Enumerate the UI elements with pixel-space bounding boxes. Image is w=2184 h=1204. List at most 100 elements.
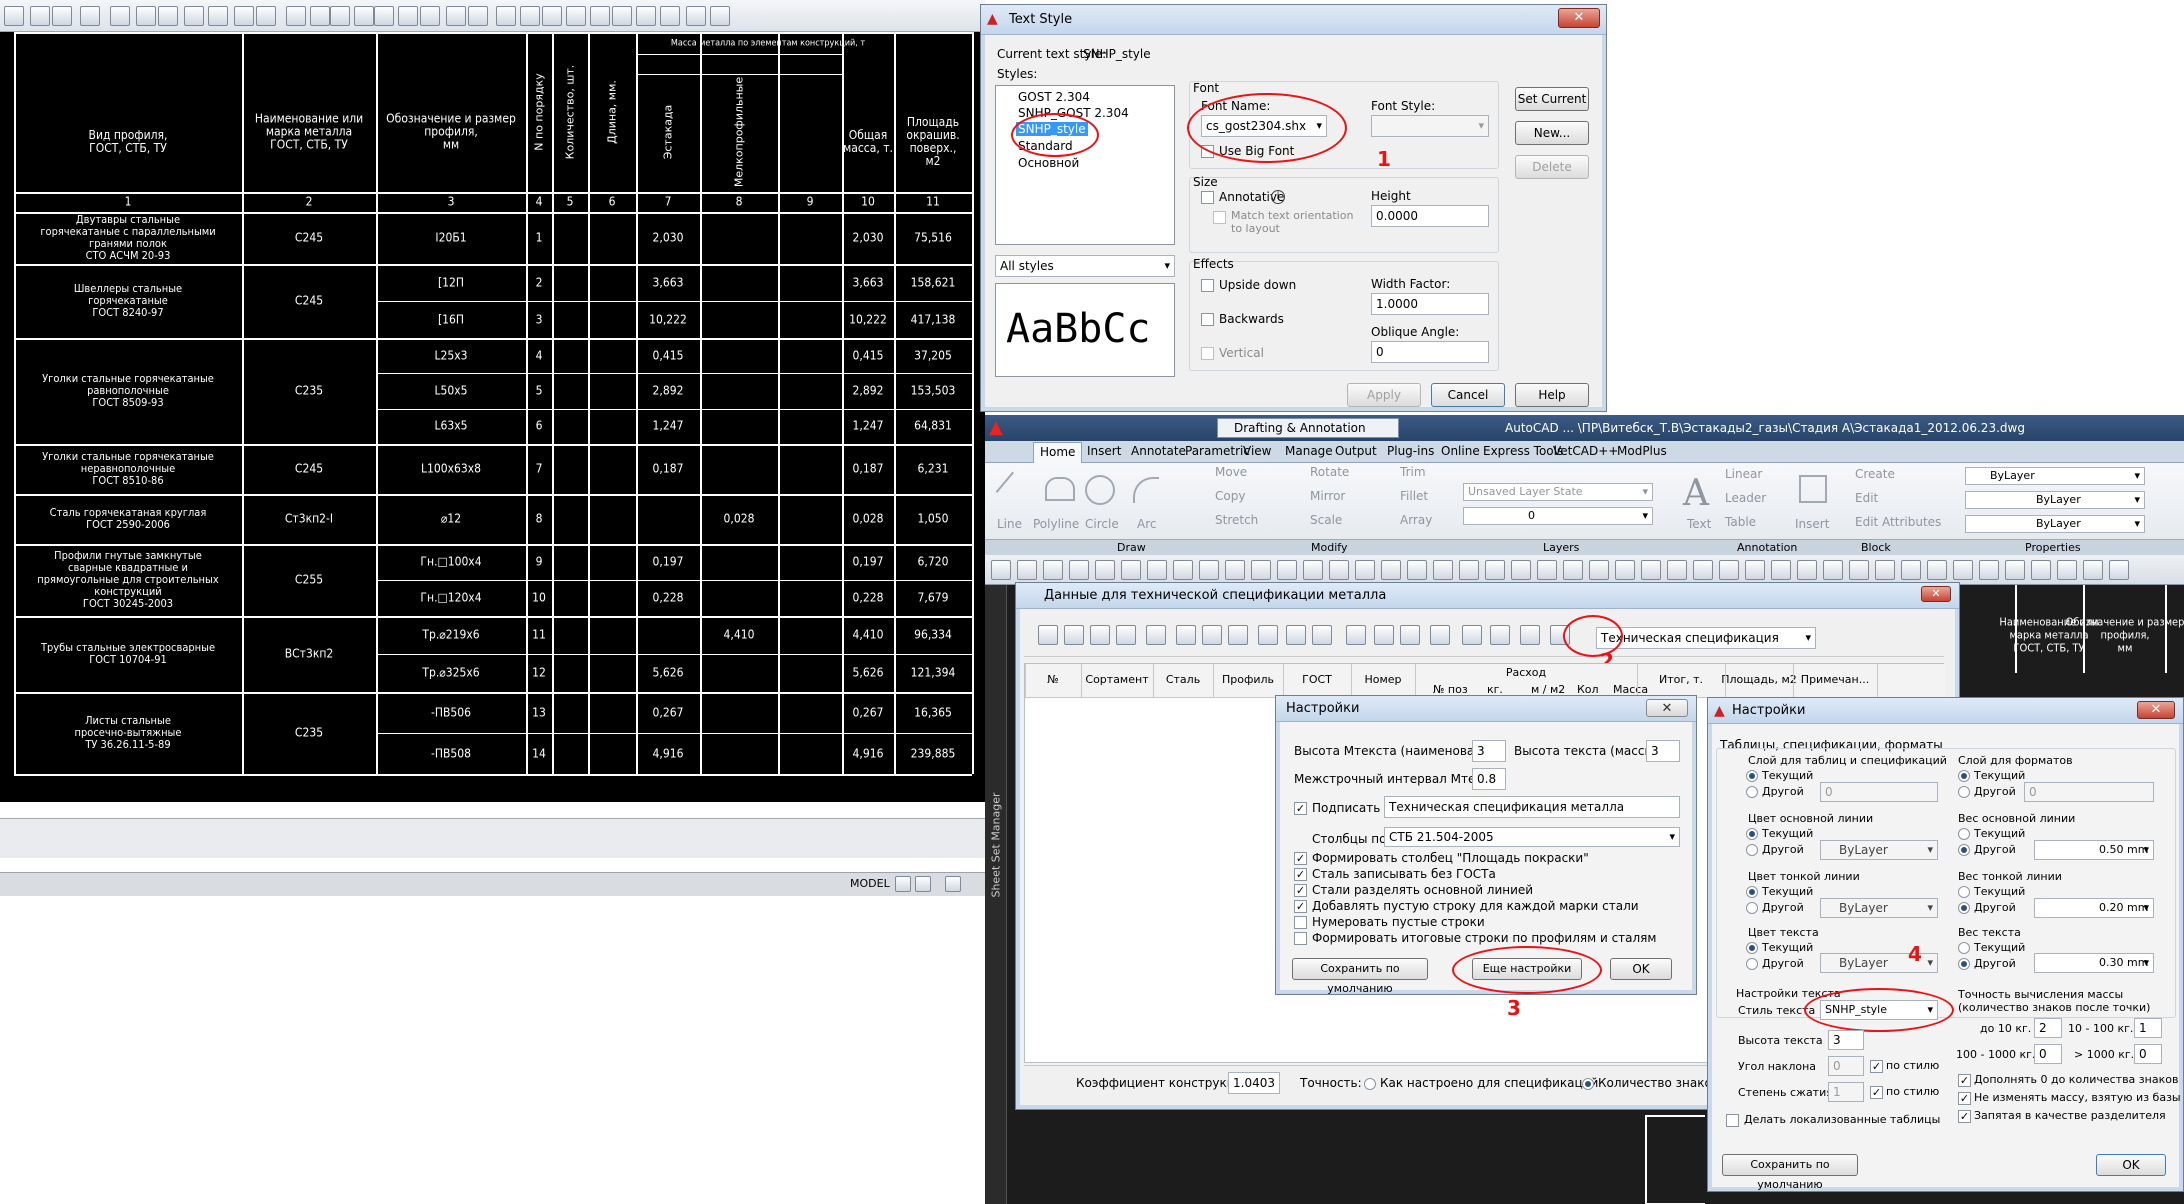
toolbar-tool-icon[interactable]: [1199, 560, 1219, 580]
layer-select[interactable]: 0: [1463, 507, 1653, 525]
spec-type-select[interactable]: Техническая спецификация: [1596, 627, 1816, 649]
layout-icon[interactable]: [895, 876, 911, 892]
toolbar-tool-icon[interactable]: [1979, 560, 1999, 580]
toolbar-tool-icon[interactable]: [1146, 625, 1166, 645]
toolbar-tool-icon[interactable]: [30, 6, 50, 26]
polyline-button[interactable]: Polyline: [1033, 517, 1079, 531]
sign-checkbox[interactable]: ✓: [1294, 802, 1307, 815]
toolbar-tool-icon[interactable]: [590, 6, 610, 26]
toolbar-tool-icon[interactable]: [234, 6, 254, 26]
toolbar-tool-icon[interactable]: [1176, 625, 1196, 645]
grid-column-header[interactable]: №: [1047, 673, 1058, 686]
lineweight-select[interactable]: ByLayer: [1965, 515, 2145, 533]
grid-column-header[interactable]: Примечан...: [1801, 673, 1869, 686]
scale-button[interactable]: Scale: [1310, 513, 1342, 527]
ok-button[interactable]: OK: [1610, 958, 1672, 980]
toolbar-tool-icon[interactable]: [1202, 625, 1222, 645]
toolbar-tool-icon[interactable]: [1875, 560, 1895, 580]
toolbar-tool-icon[interactable]: [1745, 560, 1765, 580]
grid-column-header[interactable]: Номер: [1364, 673, 1401, 686]
toolbar-tool-icon[interactable]: [1277, 560, 1297, 580]
tab-express-tools[interactable]: Express Tools: [1483, 444, 1563, 458]
save-default-button[interactable]: Сохранить по умолчанию: [1292, 958, 1428, 995]
tab-plug-ins[interactable]: Plug-ins: [1387, 444, 1434, 458]
other-radio[interactable]: [1958, 902, 1970, 914]
option-checkbox[interactable]: [1294, 916, 1307, 929]
option-checkbox[interactable]: ✓: [1294, 868, 1307, 881]
help-button[interactable]: Help: [1515, 383, 1589, 407]
current-radio[interactable]: [1746, 770, 1758, 782]
info-icon[interactable]: i: [1271, 190, 1285, 204]
current-radio[interactable]: [1746, 886, 1758, 898]
toolbar-tool-icon[interactable]: [1511, 560, 1531, 580]
panel-modify[interactable]: Modify: [1311, 541, 1347, 554]
toolbar-tool-icon[interactable]: [636, 6, 656, 26]
new-button[interactable]: New...: [1515, 121, 1589, 145]
toolbar-tool-icon[interactable]: [1563, 560, 1583, 580]
close-button[interactable]: ✕: [2137, 701, 2175, 719]
toolbar-tool-icon[interactable]: [52, 6, 72, 26]
toolbar-tool-icon[interactable]: [1038, 625, 1058, 645]
close-button[interactable]: ✕: [1921, 586, 1951, 602]
upside-down-checkbox[interactable]: [1201, 279, 1214, 292]
layout-icon[interactable]: [915, 876, 931, 892]
toolbar-tool-icon[interactable]: [420, 6, 440, 26]
panel-layers[interactable]: Layers: [1543, 541, 1579, 554]
save-default-button[interactable]: Сохранить по умолчанию: [1722, 1154, 1858, 1191]
toolbar-tool-icon[interactable]: [1381, 560, 1401, 580]
tab-annotate[interactable]: Annotate: [1131, 444, 1186, 458]
toolbar-tool-icon[interactable]: [1490, 625, 1510, 645]
layer-state-select[interactable]: Unsaved Layer State: [1463, 483, 1653, 501]
annotative-checkbox[interactable]: [1201, 191, 1214, 204]
horizontal-scrollbar[interactable]: [0, 818, 985, 858]
toolbar-tool-icon[interactable]: [612, 6, 632, 26]
model-label[interactable]: MODEL: [850, 877, 890, 890]
toolbar-tool-icon[interactable]: [1719, 560, 1739, 580]
toolbar-tool-icon[interactable]: [184, 6, 204, 26]
backwards-checkbox[interactable]: [1201, 313, 1214, 326]
sheet-set-manager-palette[interactable]: Sheet Set Manager: [985, 585, 1007, 1204]
styles-filter-select[interactable]: All styles: [995, 255, 1175, 277]
width-factor-input[interactable]: 1.0000: [1371, 293, 1489, 315]
leader-button[interactable]: Leader: [1725, 491, 1766, 505]
circle-icon[interactable]: [1085, 475, 1115, 505]
edit-button[interactable]: Edit: [1855, 491, 1878, 505]
rotate-button[interactable]: Rotate: [1310, 465, 1349, 479]
text-button[interactable]: Text: [1687, 517, 1711, 531]
toolbar-tool-icon[interactable]: [1667, 560, 1687, 580]
mirror-button[interactable]: Mirror: [1310, 489, 1345, 503]
close-button[interactable]: ✕: [1646, 699, 1688, 717]
toolbar-tool-icon[interactable]: [1901, 560, 1921, 580]
toolbar-tool-icon[interactable]: [520, 6, 540, 26]
toolbar-tool-icon[interactable]: [1771, 560, 1791, 580]
toolbar-tool-icon[interactable]: [1374, 625, 1394, 645]
drawing-area[interactable]: Вид профиля, ГОСТ, СТБ, ТУ Наименование и…: [0, 32, 985, 802]
current-radio[interactable]: [1746, 828, 1758, 840]
option-checkbox[interactable]: ✓: [1294, 884, 1307, 897]
tab-home[interactable]: Home: [1033, 442, 1083, 463]
mtext-height-input[interactable]: 3: [1472, 740, 1506, 762]
toolbar-tool-icon[interactable]: [4, 6, 24, 26]
grid-column-header[interactable]: Итог, т.: [1659, 673, 1703, 686]
array-button[interactable]: Array: [1400, 513, 1432, 527]
toolbar-tool-icon[interactable]: [158, 6, 178, 26]
toolbar-tool-icon[interactable]: [1407, 560, 1427, 580]
tab-output[interactable]: Output: [1335, 444, 1377, 458]
toolbar-tool-icon[interactable]: [686, 6, 706, 26]
styles-list[interactable]: GOST 2.304 SNHP_GOST 2.304 SNHP_style St…: [995, 85, 1175, 245]
color-select[interactable]: ByLayer: [1965, 467, 2145, 485]
grid-column-header[interactable]: Сортамент: [1085, 673, 1148, 686]
trim-button[interactable]: Trim: [1400, 465, 1426, 479]
toolbar-tool-icon[interactable]: [1459, 560, 1479, 580]
toolbar-tool-icon[interactable]: [310, 6, 330, 26]
grid-column-header[interactable]: Расход: [1506, 666, 1546, 679]
edit-attributes-button[interactable]: Edit Attributes: [1855, 515, 1941, 529]
tab-online[interactable]: Online: [1441, 444, 1480, 458]
toolbar-tool-icon[interactable]: [110, 6, 130, 26]
toolbar-tool-icon[interactable]: [2031, 560, 2051, 580]
toolbar-tool-icon[interactable]: [1312, 625, 1332, 645]
to1000-input[interactable]: 0: [2034, 1044, 2062, 1064]
workspace-select[interactable]: Drafting & Annotation: [1217, 418, 1399, 438]
stretch-button[interactable]: Stretch: [1215, 513, 1258, 527]
toolbar-tool-icon[interactable]: [1090, 625, 1110, 645]
